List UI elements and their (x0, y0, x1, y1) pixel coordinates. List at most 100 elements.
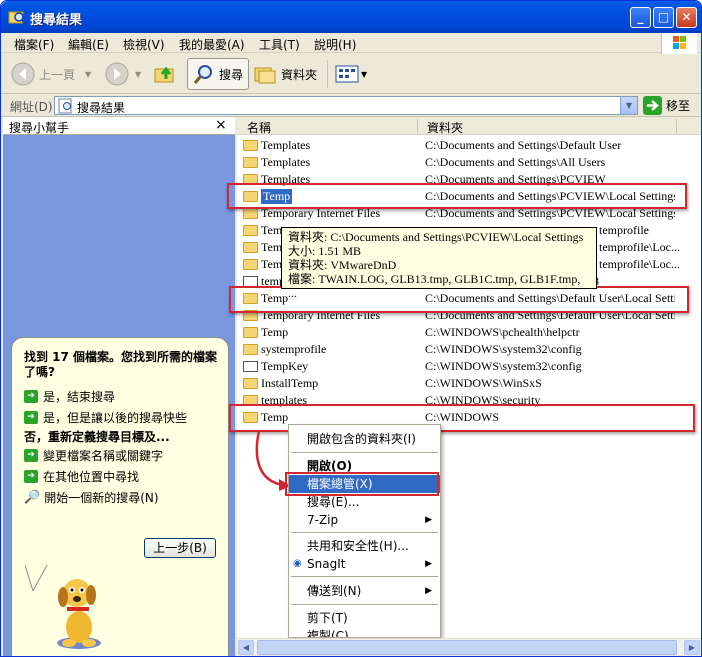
maximize-button[interactable]: □ (653, 7, 674, 28)
option-change-name[interactable]: ➔ 變更檔案名稱或關鍵字 (24, 445, 224, 466)
scroll-thumb[interactable] (257, 640, 677, 655)
option-other-location[interactable]: ➔ 在其他位置中尋找 (24, 466, 224, 487)
views-icon (335, 65, 359, 83)
views-dropdown-icon[interactable]: ▼ (361, 70, 367, 79)
address-bar: 網址(D) 搜尋結果 ▼ 移至 (1, 94, 701, 117)
item-name: Temp (261, 325, 289, 339)
horizontal-scrollbar[interactable]: ◀ ▶ (237, 638, 701, 655)
menu-edit[interactable]: 編輯(E) (68, 36, 109, 53)
item-name: Tem (261, 257, 283, 271)
back-dropdown-icon[interactable]: ▼ (85, 70, 91, 79)
go-label: 移至 (666, 99, 691, 113)
folder-icon (243, 157, 258, 168)
green-arrow-icon: ➔ (24, 449, 38, 462)
scroll-right-icon[interactable]: ▶ (684, 640, 700, 655)
item-name: TempKey (261, 359, 309, 373)
address-value: 搜尋結果 (77, 101, 126, 115)
address-dropdown-icon[interactable]: ▼ (620, 97, 637, 114)
back-step-button[interactable]: 上一步(B) (144, 538, 216, 558)
item-folder: C:\WINDOWS\system32\config (425, 359, 582, 373)
item-name: InstallTemp (261, 376, 319, 390)
go-button[interactable]: 移至 (643, 96, 690, 115)
folder-icon (243, 378, 258, 389)
folder-icon (243, 140, 258, 151)
menu-favorites[interactable]: 我的最愛(A) (179, 36, 245, 53)
list-item[interactable]: systemprofile C:\WINDOWS\system32\config (237, 341, 701, 358)
folders-label: 資料夾 (281, 67, 318, 82)
folder-info-tooltip: 資料夾: C:\Documents and Settings\PCVIEW\Lo… (281, 227, 597, 300)
menu-7zip[interactable]: 7-Zip ▶ (289, 511, 440, 529)
search-results-icon (58, 98, 72, 114)
file-icon (243, 361, 258, 372)
submenu-arrow-icon: ▶ (425, 515, 432, 525)
pane-close-icon[interactable]: × (215, 117, 227, 133)
search-button[interactable]: 搜尋 (187, 58, 250, 90)
item-name: Tem (261, 223, 283, 237)
menu-copy[interactable]: 複製(C) (289, 627, 440, 637)
search-dog-icon[interactable] (49, 575, 109, 651)
menu-open-containing-folder[interactable]: 開啟包含的資料夾(I) (289, 430, 440, 448)
back-arrow-icon (11, 62, 35, 86)
back-button[interactable]: 上一頁 ▼ (11, 59, 91, 89)
highlight-box (285, 472, 439, 496)
forward-arrow-icon (105, 62, 129, 86)
context-menu: 開啟包含的資料夾(I) 開啟(O) 檔案總管(X) 搜尋(E)... 7-Zip… (288, 424, 441, 638)
folder-icon (243, 344, 258, 355)
item-folder: temprofile\Loc... (599, 257, 680, 271)
search-assistant-bubble: 找到 17 個檔案。您找到所需的檔案了嗎? ➔ 是，結束搜尋 ➔ 是，但是讓以後的搜… (11, 337, 229, 656)
option-speed-up-search[interactable]: ➔ 是，但是讓以後的搜尋快些 (24, 407, 224, 428)
column-folder-header[interactable]: 資料夾 (427, 119, 463, 136)
list-item[interactable]: TempKey C:\WINDOWS\system32\config (237, 358, 701, 375)
item-name: Templates (261, 155, 311, 169)
forward-button[interactable]: ▼ (105, 59, 141, 89)
folders-button[interactable]: 資料夾 (253, 59, 317, 89)
menu-separator (291, 532, 438, 533)
search-question: 找到 17 個檔案。您找到所需的檔案了嗎? (24, 350, 218, 379)
list-item[interactable]: Temp C:\WINDOWS\pchealth\helpctr (237, 324, 701, 341)
green-arrow-icon: ➔ (24, 390, 38, 403)
list-item[interactable]: Templates C:\Documents and Settings\Defau… (237, 137, 701, 154)
folder-icon (243, 259, 258, 270)
menu-separator (291, 576, 438, 577)
magnifier-icon: 🔎 (24, 490, 41, 505)
up-folder-icon (154, 66, 174, 83)
option-label: 是，但是讓以後的搜尋快些 (43, 411, 188, 425)
up-folder-button[interactable] (153, 59, 177, 89)
submenu-arrow-icon: ▶ (425, 586, 432, 596)
folder-icon (243, 327, 258, 338)
menu-view[interactable]: 檢視(V) (123, 36, 165, 53)
menu-send-to[interactable]: 傳送到(N) ▶ (289, 582, 440, 600)
list-item[interactable]: Templates C:\Documents and Settings\All U… (237, 154, 701, 171)
search-companion-pane: 搜尋小幫手 × 找到 17 個檔案。您找到所需的檔案了嗎? ➔ 是，結束搜尋 ➔ 是… (3, 117, 235, 656)
menu-separator (291, 604, 438, 605)
folders-icon (254, 67, 276, 84)
window-title: 搜尋結果 (30, 13, 83, 28)
address-label: 網址(D) (10, 100, 53, 114)
scroll-left-icon[interactable]: ◀ (238, 640, 254, 655)
menu-cut[interactable]: 剪下(T) (289, 609, 440, 627)
item-folder: temprofile\Loc... (599, 240, 680, 254)
option-label: 是，結束搜尋 (43, 390, 116, 404)
views-button[interactable]: ▼ (335, 59, 367, 89)
list-item[interactable]: InstallTemp C:\WINDOWS\WinSxS (237, 375, 701, 392)
menu-sharing[interactable]: 共用和安全性(H)... (289, 537, 440, 555)
item-folder: C:\WINDOWS\WinSxS (425, 376, 542, 390)
menu-file[interactable]: 檔案(F) (14, 36, 54, 53)
green-arrow-icon: ➔ (24, 470, 38, 483)
search-companion-header: 搜尋小幫手 × (3, 117, 235, 135)
address-input[interactable]: 搜尋結果 ▼ (54, 96, 638, 115)
column-name-header[interactable]: 名稱 (247, 119, 271, 136)
search-icon (193, 65, 212, 84)
menu-snagit[interactable]: ◉ SnagIt ▶ (289, 555, 440, 573)
option-finish-search[interactable]: ➔ 是，結束搜尋 (24, 386, 224, 407)
menu-tools[interactable]: 工具(T) (259, 36, 300, 53)
menu-help[interactable]: 說明(H) (314, 36, 356, 53)
item-folder: C:\Documents and Settings\All Users (425, 155, 606, 169)
close-button[interactable]: ✕ (676, 7, 697, 28)
option-new-search[interactable]: 🔎 開始一個新的搜尋(N) (24, 487, 224, 508)
item-name: Tem (261, 240, 283, 254)
title-bar[interactable]: 搜尋結果 _ □ ✕ (1, 1, 701, 33)
search-companion-title: 搜尋小幫手 (9, 121, 70, 135)
minimize-button[interactable]: _ (630, 7, 651, 28)
forward-dropdown-icon[interactable]: ▼ (135, 70, 141, 79)
